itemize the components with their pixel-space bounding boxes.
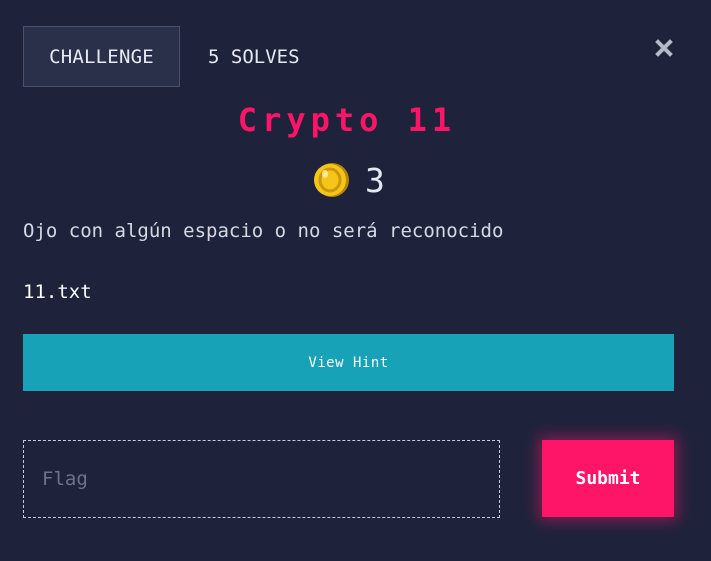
submit-button[interactable]: Submit — [542, 440, 674, 517]
view-hint-button[interactable]: View Hint — [23, 334, 674, 391]
close-icon — [655, 39, 673, 57]
points-value: 3 — [365, 160, 385, 200]
tab-challenge-label: CHALLENGE — [49, 45, 154, 68]
tab-solves-label: 5 SOLVES — [208, 45, 300, 68]
flag-input[interactable] — [23, 440, 500, 518]
submit-label: Submit — [575, 468, 641, 489]
challenge-modal: CHALLENGE 5 SOLVES Crypto 11 3 Ojo con a… — [0, 0, 711, 561]
coin-icon — [314, 163, 349, 197]
view-hint-label: View Hint — [308, 354, 389, 371]
tab-challenge[interactable]: CHALLENGE — [23, 26, 180, 87]
challenge-file-link[interactable]: 11.txt — [23, 281, 92, 303]
challenge-description: Ojo con algún espacio o no será reconoci… — [23, 220, 504, 242]
challenge-title: Crypto 11 — [237, 101, 457, 139]
challenge-points: 3 — [311, 160, 385, 200]
close-button[interactable] — [652, 36, 676, 60]
tab-solves[interactable]: 5 SOLVES — [196, 26, 312, 87]
